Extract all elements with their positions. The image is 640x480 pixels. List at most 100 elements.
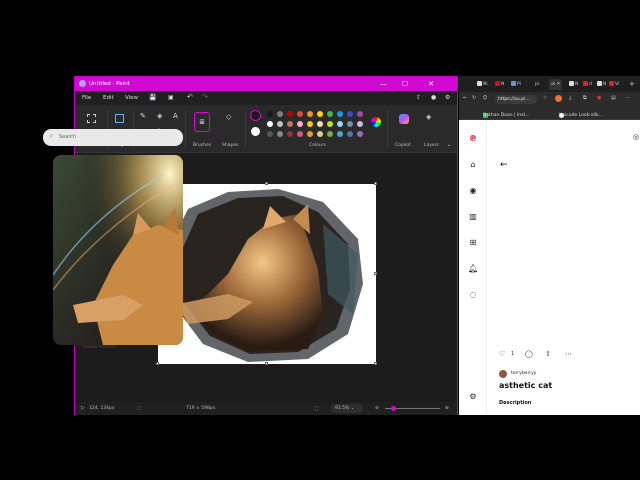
- color-swatch[interactable]: [357, 131, 363, 137]
- settings-icon[interactable]: ⚙: [445, 94, 450, 101]
- color-swatch[interactable]: [307, 111, 313, 117]
- extensions-icon[interactable]: ⧉: [583, 95, 587, 101]
- maximize-button[interactable]: ☐: [395, 79, 415, 89]
- brushes-icon[interactable]: ≣: [194, 112, 210, 132]
- color-swatch[interactable]: [287, 121, 293, 127]
- create-icon[interactable]: ⊞: [468, 238, 478, 248]
- secondary-color[interactable]: [251, 127, 260, 136]
- layers-icon[interactable]: ◈: [426, 114, 431, 121]
- color-swatch[interactable]: [347, 131, 353, 137]
- minimize-button[interactable]: —: [373, 79, 393, 89]
- tab[interactable]: N: [495, 79, 504, 90]
- image-icon[interactable]: [115, 114, 124, 123]
- close-button[interactable]: ✕: [421, 79, 441, 89]
- color-swatch[interactable]: [327, 121, 333, 127]
- color-swatch[interactable]: [307, 131, 313, 137]
- color-swatch[interactable]: [287, 111, 293, 117]
- resize-handle[interactable]: [265, 182, 268, 185]
- color-swatch[interactable]: [327, 111, 333, 117]
- menu-view[interactable]: View: [125, 95, 138, 101]
- tab[interactable]: pi: [535, 79, 539, 90]
- color-swatch[interactable]: [347, 111, 353, 117]
- pinterest-search[interactable]: ⌕ Search: [43, 129, 183, 146]
- chevron-down-icon[interactable]: ⌄: [447, 142, 451, 149]
- home-icon[interactable]: ⌂: [468, 160, 478, 170]
- color-swatch[interactable]: [277, 121, 283, 127]
- refresh-icon[interactable]: ↻: [472, 95, 476, 101]
- tab[interactable]: Pi: [511, 79, 521, 90]
- resize-handle[interactable]: [265, 362, 268, 365]
- pencil-icon[interactable]: ✎: [140, 113, 146, 120]
- more-icon[interactable]: ⋯: [565, 350, 572, 358]
- menu-edit[interactable]: Edit: [103, 95, 114, 101]
- explore-icon[interactable]: ◉: [468, 186, 478, 196]
- messages-icon[interactable]: ◌: [468, 290, 478, 300]
- text-icon[interactable]: A: [173, 113, 178, 120]
- color-swatch[interactable]: [337, 131, 343, 137]
- tab[interactable]: N: [569, 79, 578, 90]
- color-swatch[interactable]: [297, 121, 303, 127]
- zoom-in-icon[interactable]: ⊕: [445, 406, 449, 411]
- bookmark-icon[interactable]: ☆: [543, 95, 547, 101]
- like-icon[interactable]: ♡: [499, 350, 505, 358]
- resize-handle[interactable]: [156, 362, 159, 365]
- account-icon[interactable]: ●: [431, 94, 436, 101]
- primary-color[interactable]: [250, 110, 261, 121]
- boards-icon[interactable]: ▥: [468, 212, 478, 222]
- color-swatch[interactable]: [357, 121, 363, 127]
- camera-icon[interactable]: ◎: [633, 133, 639, 141]
- fit-to-window-icon[interactable]: ⛶: [315, 406, 318, 412]
- avatar[interactable]: [499, 370, 507, 378]
- tab[interactable]: N: [597, 79, 606, 90]
- pin-image[interactable]: [53, 155, 183, 345]
- color-swatch[interactable]: [337, 121, 343, 127]
- edit-colors-icon[interactable]: [371, 117, 381, 127]
- back-icon[interactable]: ←: [463, 95, 467, 101]
- share-icon[interactable]: ⇧: [545, 350, 551, 358]
- profile-icon[interactable]: ●: [597, 95, 601, 101]
- undo-icon[interactable]: ↶: [187, 93, 193, 101]
- zoom-out-icon[interactable]: ⊖: [375, 406, 379, 411]
- back-arrow-icon[interactable]: ←: [500, 160, 508, 170]
- color-swatch[interactable]: [317, 121, 323, 127]
- fill-icon[interactable]: ◈: [157, 113, 162, 120]
- tab-active[interactable]: al ✕: [549, 79, 563, 90]
- color-swatch[interactable]: [277, 111, 283, 117]
- notifications-icon[interactable]: 🔔︎: [468, 264, 478, 274]
- page-icon[interactable]: ▣: [168, 94, 174, 101]
- comment-icon[interactable]: ◯: [525, 350, 533, 358]
- color-swatch[interactable]: [297, 131, 303, 137]
- pin-username[interactable]: terryberryy: [511, 371, 536, 376]
- tab[interactable]: Vi: [609, 79, 619, 90]
- pinterest-logo-icon[interactable]: ℗: [468, 134, 478, 144]
- resize-handle[interactable]: [374, 362, 377, 365]
- color-swatch[interactable]: [267, 121, 273, 127]
- color-swatch[interactable]: [267, 131, 273, 137]
- color-swatch[interactable]: [297, 111, 303, 117]
- color-swatch[interactable]: [267, 111, 273, 117]
- zoom-select[interactable]: 91.5% ⌄: [331, 404, 363, 413]
- drawing-canvas[interactable]: [156, 182, 377, 365]
- color-swatch[interactable]: [307, 121, 313, 127]
- site-info-icon[interactable]: ⛭: [483, 95, 487, 101]
- share-icon[interactable]: ⇪: [416, 94, 421, 101]
- color-swatch[interactable]: [317, 111, 323, 117]
- shapes-icon[interactable]: ◇: [226, 114, 231, 121]
- color-swatch[interactable]: [347, 121, 353, 127]
- tab[interactable]: d: [583, 79, 592, 90]
- url-field[interactable]: https://au.pi...: [495, 95, 537, 104]
- downloads-icon[interactable]: ⤓: [569, 95, 571, 101]
- settings-icon[interactable]: ⚙: [468, 392, 478, 402]
- color-swatch[interactable]: [277, 131, 283, 137]
- save-icon[interactable]: 💾: [149, 94, 156, 101]
- collections-icon[interactable]: ▤: [611, 95, 616, 101]
- color-swatch[interactable]: [337, 111, 343, 117]
- color-swatch[interactable]: [357, 111, 363, 117]
- copilot-icon[interactable]: [399, 114, 409, 124]
- resize-handle[interactable]: [374, 182, 377, 185]
- extension-icon[interactable]: [555, 95, 562, 102]
- color-swatch[interactable]: [317, 131, 323, 137]
- zoom-slider-thumb[interactable]: [391, 406, 396, 411]
- color-swatch[interactable]: [327, 131, 333, 137]
- redo-icon[interactable]: ↷: [202, 93, 208, 101]
